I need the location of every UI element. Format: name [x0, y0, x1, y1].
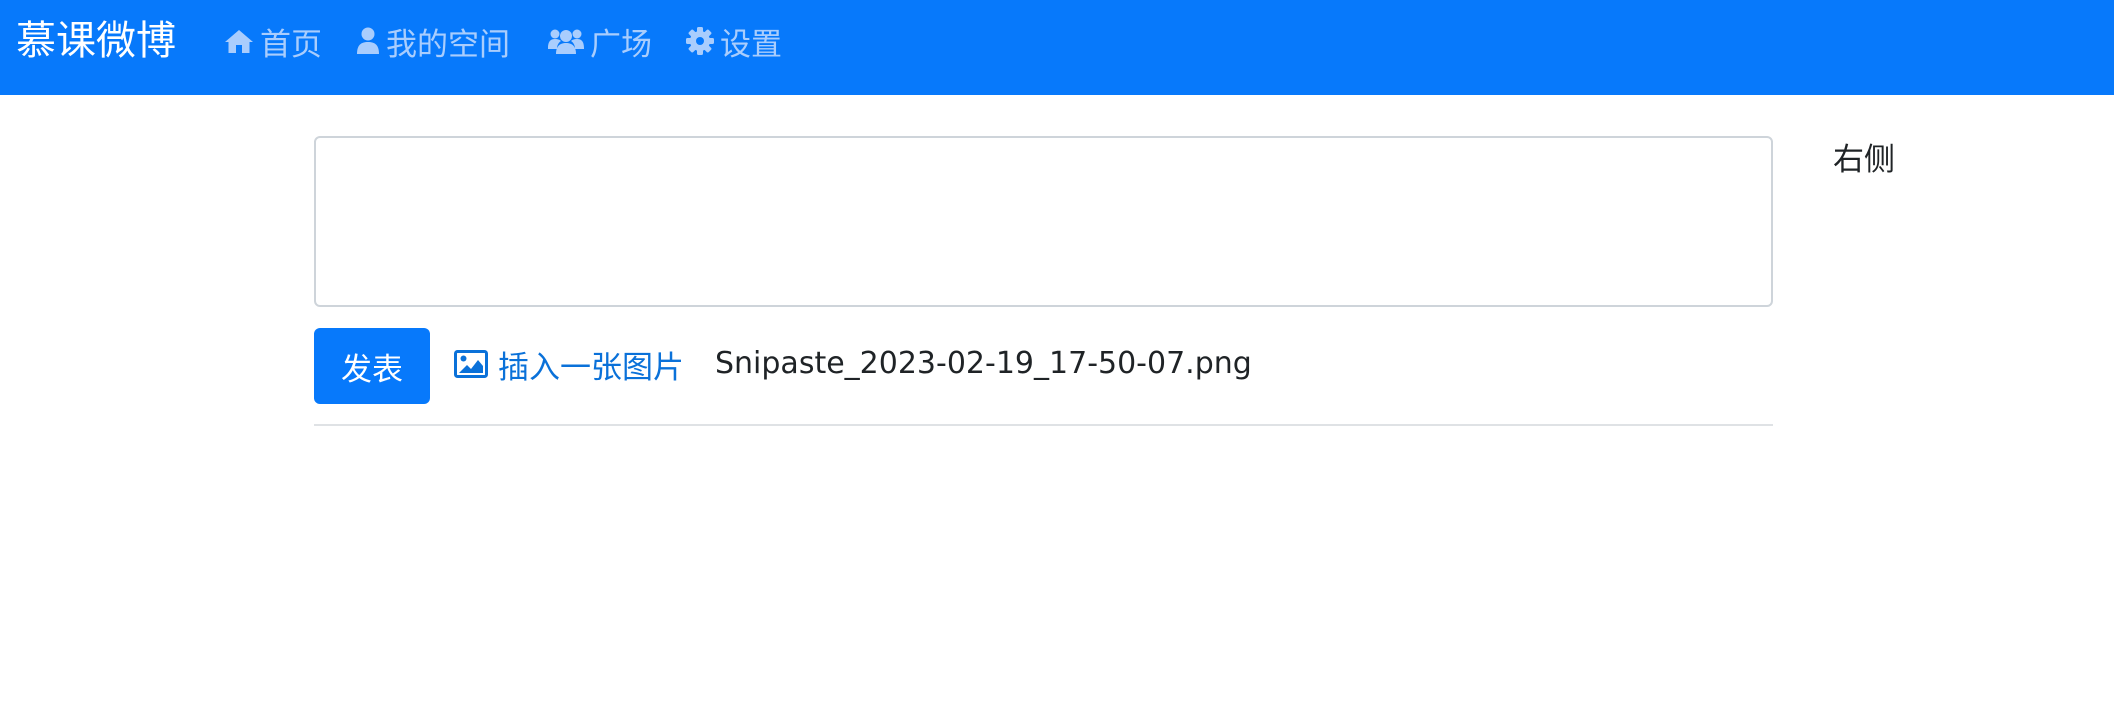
top-navbar: 慕课微博 首页 我的空间 广场 设置 [0, 0, 2114, 95]
nav-item-square-label: 广场 [590, 26, 652, 63]
home-icon [224, 28, 254, 54]
users-icon [548, 27, 584, 55]
user-icon [356, 27, 380, 55]
nav-item-my-space[interactable]: 我的空间 [356, 20, 510, 63]
nav-item-home[interactable]: 首页 [224, 20, 322, 63]
right-sidebar-label: 右侧 [1833, 142, 1895, 178]
insert-image-link[interactable]: 插入一张图片 [454, 342, 684, 386]
image-icon [454, 350, 488, 378]
nav-item-home-label: 首页 [260, 26, 322, 63]
content-divider [314, 424, 1773, 426]
nav-item-my-space-label: 我的空间 [386, 26, 510, 63]
nav-item-settings[interactable]: 设置 [686, 20, 782, 63]
post-composer-input[interactable] [314, 136, 1773, 307]
brand-logo[interactable]: 慕课微博 [16, 14, 176, 68]
selected-file-name: Snipaste_2023-02-19_17-50-07.png [715, 346, 1252, 381]
insert-image-label: 插入一张图片 [498, 349, 684, 386]
nav-item-square[interactable]: 广场 [548, 20, 652, 63]
gear-icon [686, 27, 714, 55]
nav-item-settings-label: 设置 [720, 26, 782, 63]
post-button[interactable]: 发表 [314, 328, 430, 404]
